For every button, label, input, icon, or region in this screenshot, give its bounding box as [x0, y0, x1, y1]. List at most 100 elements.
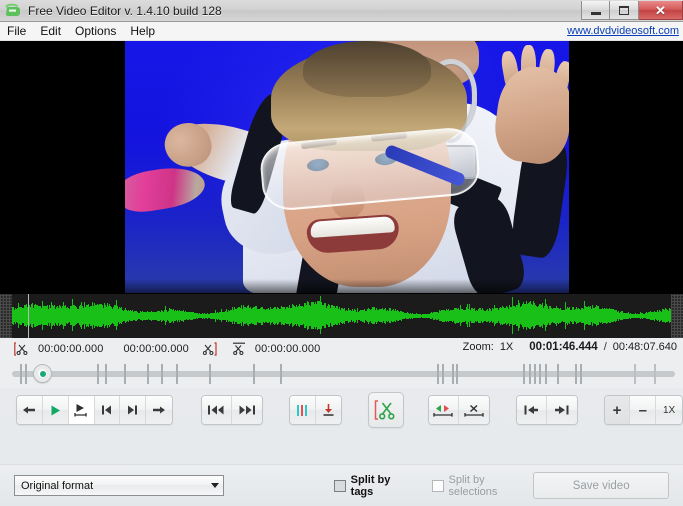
rewind-icon	[208, 405, 224, 415]
tag-button-group	[288, 395, 343, 425]
jump-start-icon	[524, 405, 539, 415]
waveform-left-grip[interactable]	[0, 294, 12, 338]
window-title: Free Video Editor v. 1.4.10 build 128	[28, 3, 222, 18]
delete-selection-icon	[464, 404, 484, 417]
fast-forward-icon	[239, 405, 255, 415]
play-button[interactable]	[42, 396, 69, 424]
fast-forward-button[interactable]	[231, 396, 262, 424]
checkbox-box-checked	[333, 479, 346, 492]
delete-selection-button[interactable]	[458, 396, 489, 424]
save-tag-button[interactable]	[315, 396, 342, 424]
maximize-icon	[619, 5, 629, 15]
slider-tick	[557, 364, 559, 384]
slider-tick	[539, 364, 541, 384]
teeth	[310, 216, 395, 238]
total-time: 00:48:07.640	[612, 341, 677, 353]
step-forward-button[interactable]	[146, 396, 172, 424]
slider-tick	[105, 364, 107, 384]
zoom-status: Zoom: 1X 00:01:46.444 / 00:48:07.640	[463, 341, 677, 353]
audio-waveform[interactable]	[0, 293, 683, 338]
arrow-right-icon	[153, 406, 166, 414]
slider-tick	[97, 364, 99, 384]
timecode-row: 00:00:00.000 00:00:00.000 00:00:00.000 Z…	[0, 338, 683, 360]
selection-duration-time: 00:00:00.000	[123, 343, 189, 355]
zoom-level-icon: 1X	[663, 404, 676, 416]
slider-tick	[523, 364, 525, 384]
add-tag-button[interactable]	[289, 396, 316, 424]
split-by-selections-label: Split by selections	[448, 473, 498, 498]
menu-options[interactable]: Options	[68, 23, 123, 39]
slider-tick	[442, 364, 444, 384]
next-frame-button[interactable]	[120, 396, 147, 424]
jump-button-group	[515, 395, 578, 425]
slider-tick	[575, 364, 577, 384]
zoom-reset-button[interactable]: 1X	[656, 396, 682, 424]
minus-icon: –	[638, 401, 648, 419]
play-selection-icon	[74, 403, 87, 416]
jump-to-start-button[interactable]	[516, 396, 547, 424]
footer-bar: Original format Split by tags Split by s…	[0, 464, 683, 506]
seek-button-group	[200, 395, 263, 425]
split-by-tags-checkbox[interactable]: Split by tags	[333, 473, 414, 498]
waveform-right-grip[interactable]	[671, 294, 683, 338]
maximize-button[interactable]	[610, 1, 639, 20]
time-separator: /	[603, 341, 607, 353]
cut-button[interactable]	[368, 392, 404, 428]
save-video-button[interactable]: Save video	[533, 472, 669, 499]
tag-markers-icon	[297, 404, 308, 416]
waveform-canvas[interactable]	[12, 294, 671, 338]
scissors-icon	[374, 400, 395, 420]
slider-tick	[147, 364, 149, 384]
slider-tick	[529, 364, 531, 384]
timeline-slider[interactable]	[0, 360, 683, 388]
arrow-left-icon	[23, 406, 36, 414]
selection-start-icon	[14, 342, 29, 356]
jump-to-end-button[interactable]	[546, 396, 577, 424]
window-controls: ✕	[581, 0, 683, 21]
slider-tick	[280, 364, 282, 384]
invert-selection-icon	[433, 404, 453, 417]
menu-bar: File Edit Options Help www.dvdvideosoft.…	[0, 22, 683, 41]
menu-edit[interactable]: Edit	[33, 23, 68, 39]
slider-tick	[161, 364, 163, 384]
transport-controls: + – 1X	[0, 388, 683, 432]
play-selection-button[interactable]	[68, 396, 95, 424]
skip-to-end-icon	[128, 405, 138, 415]
slider-tick	[253, 364, 255, 384]
cut-button-inner[interactable]	[369, 394, 402, 426]
checkbox-box-empty	[431, 479, 444, 492]
slider-tick	[209, 364, 211, 384]
close-icon: ✕	[655, 2, 666, 18]
slider-knob[interactable]	[33, 364, 52, 383]
slider-tick	[580, 364, 582, 384]
minimize-button[interactable]	[581, 1, 610, 20]
menu-help[interactable]: Help	[123, 23, 162, 39]
step-back-button[interactable]	[17, 396, 43, 424]
slider-tick	[534, 364, 536, 384]
rewind-button[interactable]	[201, 396, 232, 424]
website-link[interactable]: www.dvdvideosoft.com	[567, 25, 679, 37]
video-preview-area[interactable]	[0, 41, 683, 293]
slider-tick	[176, 364, 178, 384]
selection-start-time: 00:00:00.000	[38, 343, 104, 355]
jumper-hair-shadow	[303, 41, 431, 97]
output-format-select[interactable]: Original format	[14, 475, 224, 496]
waveform-bar	[670, 316, 671, 323]
prev-frame-button[interactable]	[94, 396, 121, 424]
play-icon	[51, 405, 60, 415]
slider-tick	[25, 364, 27, 384]
frame-vignette	[125, 279, 569, 293]
waveform-playhead[interactable]	[28, 294, 29, 338]
slider-tick	[634, 364, 636, 384]
split-point-icon	[232, 342, 246, 356]
menu-file[interactable]: File	[0, 23, 33, 39]
zoom-in-button[interactable]: +	[604, 396, 631, 424]
invert-selection-button[interactable]	[428, 396, 459, 424]
playback-button-group	[16, 395, 173, 425]
zoom-out-button[interactable]: –	[630, 396, 657, 424]
skip-to-start-icon	[102, 405, 112, 415]
split-by-selections-checkbox[interactable]: Split by selections	[431, 473, 534, 498]
close-button[interactable]: ✕	[639, 1, 683, 20]
split-by-tags-label: Split by tags	[350, 473, 391, 498]
app-icon	[5, 3, 23, 19]
